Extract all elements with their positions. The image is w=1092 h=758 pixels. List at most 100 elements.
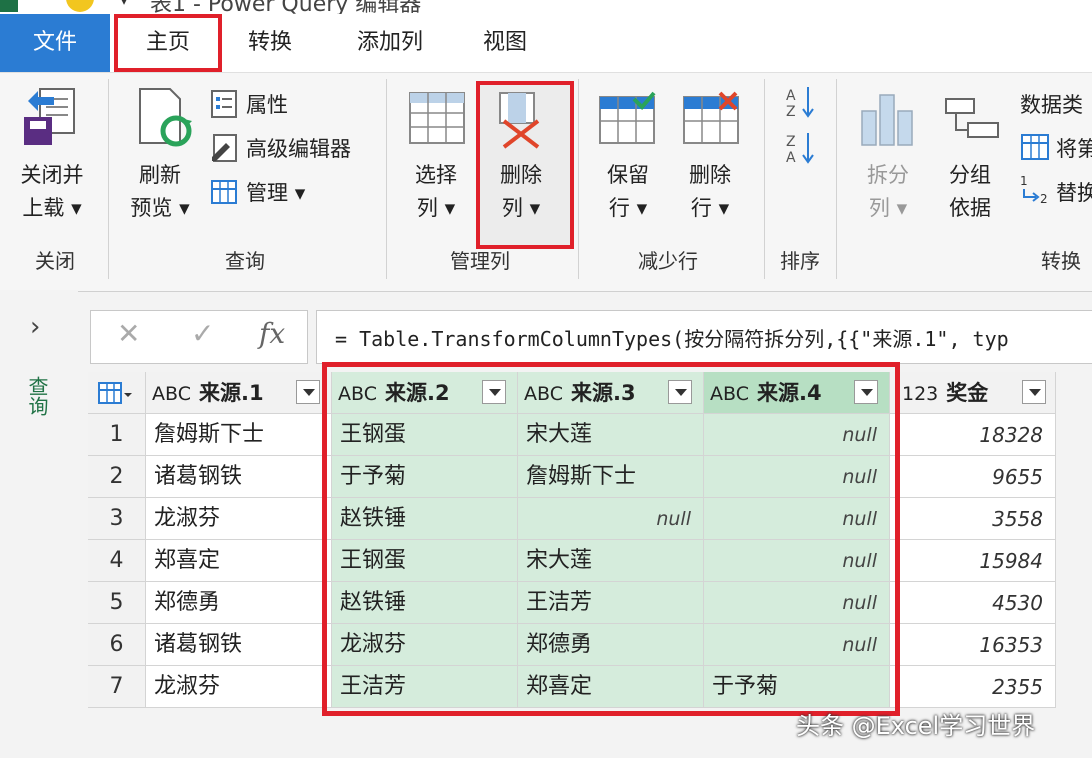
excel-logo-icon [0, 0, 18, 12]
number-type-icon[interactable]: 123 [902, 383, 938, 405]
close-and-load-icon[interactable] [20, 87, 80, 149]
group-by-label-1: 分组 [949, 163, 991, 187]
chevron-down-icon: ▾ [179, 196, 190, 220]
group-reduce-rows-label: 减少行 [638, 249, 698, 273]
chevron-down-icon: ▾ [896, 196, 908, 220]
cell-bonus[interactable]: 18328 [890, 414, 1056, 456]
column-header-label: 奖金 [946, 381, 989, 405]
cell-bonus[interactable]: 2355 [890, 666, 1056, 708]
group-manage-columns-label: 管理列 [450, 249, 510, 273]
formula-input[interactable]: = Table.TransformColumnTypes(按分隔符拆分列,{{"… [316, 310, 1092, 364]
split-column-icon[interactable] [858, 91, 916, 147]
tab-add-column[interactable]: 添加列 [340, 14, 440, 72]
smiley-feedback-icon[interactable] [66, 0, 94, 12]
cell-source-1[interactable]: 郑喜定 [146, 540, 332, 582]
column-header-source-1[interactable]: ABC 来源.1 [146, 372, 332, 414]
cell-source-1[interactable]: 詹姆斯下士 [146, 414, 332, 456]
cell-source-1[interactable]: 郑德勇 [146, 582, 332, 624]
split-column-button[interactable]: 拆分 列 ▾ [850, 159, 926, 225]
cancel-icon[interactable]: ✕ [117, 317, 140, 350]
split-label-2: 列 [868, 196, 890, 220]
cell-bonus[interactable]: 3558 [890, 498, 1056, 540]
group-by-label-2: 依据 [949, 196, 991, 220]
cell-bonus[interactable]: 4530 [890, 582, 1056, 624]
refresh-preview-button[interactable]: 刷新 预览 ▾ [118, 159, 202, 225]
cell-source-1[interactable]: 龙淑芬 [146, 666, 332, 708]
selected-columns-highlight [322, 362, 900, 716]
split-label-1: 拆分 [867, 163, 909, 187]
table-icon [98, 382, 132, 404]
checkmark-icon[interactable]: ✓ [191, 317, 214, 350]
remove-columns-icon[interactable] [494, 91, 552, 149]
row-number[interactable]: 1 [88, 414, 146, 456]
quick-access-dropdown-icon[interactable]: ▾ [120, 0, 128, 9]
group-close-label: 关闭 [35, 249, 75, 273]
sort-descending-icon[interactable]: Z A [784, 131, 818, 165]
tab-file[interactable]: 文件 [0, 14, 110, 72]
text-type-icon[interactable]: ABC [152, 383, 191, 405]
column-header-label: 来源.1 [198, 381, 264, 405]
advanced-editor-button[interactable]: 高级编辑器 [246, 133, 351, 163]
refresh-label-1: 刷新 [139, 163, 181, 187]
cell-bonus[interactable]: 15984 [890, 540, 1056, 582]
cell-source-1[interactable]: 龙淑芬 [146, 498, 332, 540]
title-bar: ▾ 表1 - Power Query 编辑器 [0, 0, 1092, 14]
keep-rows-button[interactable]: 保留 行 ▾ [590, 159, 666, 225]
replace-values-button[interactable]: 替换 [1056, 177, 1092, 207]
chevron-right-icon[interactable]: › [30, 312, 40, 342]
queries-pane: › 查询 [0, 290, 78, 758]
column-filter-dropdown-icon[interactable] [1022, 380, 1046, 404]
svg-text:Z: Z [786, 134, 796, 150]
row-number[interactable]: 2 [88, 456, 146, 498]
refresh-preview-icon[interactable] [136, 87, 192, 149]
remove-rows-icon[interactable] [682, 91, 740, 145]
row-number[interactable]: 5 [88, 582, 146, 624]
ribbon-divider [386, 79, 387, 279]
use-first-row-button[interactable]: 将第 [1056, 133, 1092, 163]
row-number[interactable]: 6 [88, 624, 146, 666]
table-menu-button[interactable] [88, 372, 146, 414]
close-and-load-button[interactable]: 关闭并 上载 ▾ [12, 159, 92, 225]
cell-bonus[interactable]: 9655 [890, 456, 1056, 498]
ribbon-divider [108, 79, 109, 279]
choose-columns-button[interactable]: 选择 列 ▾ [398, 159, 474, 225]
close-load-label-2: 上载 [22, 196, 65, 220]
remove-rows-label-2: 行 [690, 196, 712, 220]
cell-source-1[interactable]: 诸葛钢铁 [146, 456, 332, 498]
tab-view[interactable]: 视图 [470, 14, 540, 72]
use-first-row-icon [1021, 134, 1049, 160]
refresh-label-2: 预览 [130, 196, 173, 220]
chevron-down-icon: ▾ [529, 196, 541, 220]
formula-bar-buttons: ✕ ✓ fx [90, 310, 308, 364]
cell-bonus[interactable]: 16353 [890, 624, 1056, 666]
ribbon: 关闭并 上载 ▾ 关闭 刷新 预览 ▾ 属性 高级编辑器 管理 ▾ 查询 选择 … [0, 72, 1092, 292]
column-filter-dropdown-icon[interactable] [296, 380, 320, 404]
manage-button[interactable]: 管理 ▾ [246, 177, 305, 207]
group-by-icon[interactable] [942, 97, 1000, 141]
svg-text:2: 2 [1040, 192, 1048, 206]
remove-columns-button[interactable]: 删除 列 ▾ [482, 159, 560, 225]
group-transform-label: 转换 [1041, 249, 1081, 273]
tab-transform[interactable]: 转换 [226, 14, 314, 72]
sort-ascending-icon[interactable]: A Z [784, 85, 818, 119]
fx-icon[interactable]: fx [259, 317, 285, 350]
keep-rows-icon[interactable] [598, 91, 656, 145]
column-header-bonus[interactable]: 123 奖金 [890, 372, 1056, 414]
row-number[interactable]: 3 [88, 498, 146, 540]
chevron-down-icon: ▾ [71, 196, 82, 220]
manage-label: 管理 [246, 181, 288, 205]
tab-home[interactable]: 主页 [114, 14, 222, 72]
remove-rows-button[interactable]: 删除 行 ▾ [672, 159, 748, 225]
group-by-button[interactable]: 分组 依据 [932, 159, 1008, 225]
data-type-button[interactable]: 数据类 [1020, 89, 1083, 119]
choose-columns-icon[interactable] [408, 91, 466, 145]
chevron-down-icon: ▾ [718, 196, 730, 220]
row-number[interactable]: 4 [88, 540, 146, 582]
queries-pane-label[interactable]: 查询 [25, 376, 52, 416]
svg-text:A: A [786, 150, 796, 165]
keep-rows-label-2: 行 [608, 196, 630, 220]
properties-button[interactable]: 属性 [246, 89, 288, 119]
properties-icon [211, 90, 237, 118]
row-number[interactable]: 7 [88, 666, 146, 708]
cell-source-1[interactable]: 诸葛钢铁 [146, 624, 332, 666]
